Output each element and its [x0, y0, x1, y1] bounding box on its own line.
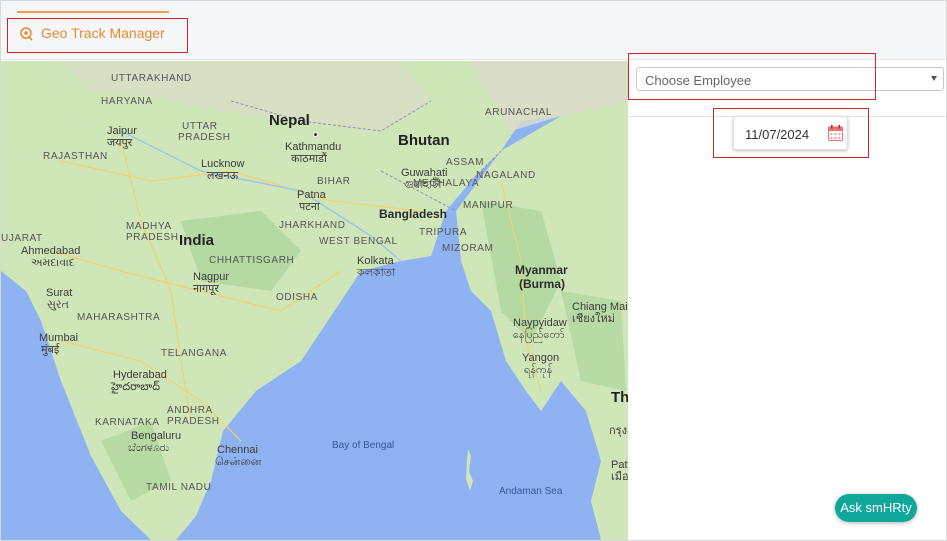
- map-label-burma: (Burma): [519, 277, 566, 291]
- map-label-chennai: Chennai: [217, 444, 258, 456]
- map-label-uttar-2: PRADESH: [178, 132, 231, 143]
- map-label-pattaya-local: เมือ: [611, 471, 628, 483]
- map-label-bangkok: กรุงเทพ: [609, 425, 628, 437]
- map-label-pattaya: Patt: [611, 459, 628, 471]
- map-label-surat: Surat: [46, 287, 73, 299]
- map-label-lucknow: Lucknow: [201, 158, 245, 170]
- map-label-nagaland: NAGALAND: [476, 170, 536, 181]
- map-label-mizoram: MIZORAM: [442, 243, 494, 254]
- ask-smhrty-button[interactable]: Ask smHRty: [835, 494, 917, 522]
- map-label-ahmedabad: Ahmedabad: [21, 245, 81, 257]
- map-label-arunachal: ARUNACHAL: [485, 107, 553, 118]
- map-view[interactable]: UTTARAKHAND HARYANA Nepal Bhutan ARUNACH…: [1, 61, 628, 540]
- map-label-surat-local: સુરત: [47, 299, 69, 311]
- map-label-maharashtra: MAHARASHTRA: [77, 312, 161, 323]
- map-label-patna: Patna: [297, 189, 326, 201]
- map-label-bengaluru-local: ಬೆಂಗಳೂರು: [128, 442, 170, 454]
- map-label-kathmandu-local: काठमाडौं: [291, 153, 327, 165]
- map-label-nagpur-local: नागपूर: [193, 283, 219, 295]
- island-andaman: [466, 449, 473, 491]
- map-label-mumbai-local: मुंबई: [41, 344, 60, 356]
- map-label-thailand: Tha: [611, 389, 628, 406]
- map-marker-kathmandu: [313, 132, 318, 137]
- map-label-bengaluru: Bengaluru: [131, 430, 182, 442]
- map-label-bihar: BIHAR: [317, 176, 351, 187]
- map-label-naypyidaw-local: နေပြည်တော်: [513, 329, 565, 341]
- map-label-yangon-local: ရန်ကုန်: [524, 364, 553, 376]
- map-label-chiang-mai: Chiang Mai: [572, 301, 628, 313]
- employee-select[interactable]: Choose Employee: [636, 67, 944, 91]
- map-label-andhra-2: PRADESH: [167, 416, 220, 427]
- map-label-bhutan: Bhutan: [398, 132, 450, 149]
- map-label-hyderabad: Hyderabad: [113, 369, 167, 381]
- date-value: 11/07/2024: [745, 127, 810, 142]
- map-label-rajasthan: RAJASTHAN: [43, 151, 108, 162]
- geo-track-icon: [20, 27, 33, 41]
- map-label-gujarat: UJARAT: [1, 233, 43, 244]
- map-label-madhya-2: PRADESH: [126, 232, 179, 243]
- tab-label: Geo Track Manager: [41, 25, 165, 41]
- map-label-yangon: Yangon: [522, 352, 560, 364]
- map-label-lucknow-local: लखनऊ: [207, 170, 239, 182]
- map-label-jaipur: Jaipur: [107, 125, 137, 137]
- map-label-assam: ASSAM: [446, 157, 485, 168]
- map-label-andaman-sea: Andaman Sea: [499, 486, 563, 497]
- map-label-nepal: Nepal: [269, 112, 310, 129]
- map-label-bangladesh: Bangladesh: [379, 207, 448, 221]
- map-label-mumbai: Mumbai: [39, 332, 79, 344]
- map-label-chennai-local: சென்னை: [215, 456, 262, 468]
- map-label-uttarakhand: UTTARAKHAND: [111, 73, 192, 84]
- map-label-karnataka: KARNATAKA: [95, 417, 160, 428]
- tab-geo-track-manager[interactable]: Geo Track Manager: [17, 11, 169, 59]
- map-label-west-bengal: WEST BENGAL: [319, 236, 398, 247]
- map-label-tripura: TRIPURA: [419, 227, 468, 238]
- map-label-jharkhand: JHARKHAND: [279, 220, 346, 231]
- employee-select-placeholder: Choose Employee: [645, 73, 752, 88]
- chevron-down-icon: [931, 76, 937, 81]
- map-label-bay-of-bengal: Bay of Bengal: [332, 440, 395, 451]
- map-label-patna-local: पटना: [299, 201, 320, 213]
- date-picker[interactable]: 11/07/2024: [733, 116, 848, 150]
- map-label-hyderabad-local: హైదరాబాద్: [111, 381, 160, 393]
- map-label-meghalaya: MEGHALAYA: [413, 178, 480, 189]
- map-label-kathmandu: Kathmandu: [285, 141, 342, 153]
- map-label-manipur: MANIPUR: [463, 200, 514, 211]
- map-label-haryana: HARYANA: [101, 96, 153, 107]
- map-label-chhattisgarh: CHHATTISGARH: [209, 255, 295, 266]
- map-label-nagpur: Nagpur: [193, 271, 230, 283]
- map-label-india: India: [179, 232, 215, 249]
- map-label-telangana: TELANGANA: [161, 348, 227, 359]
- filter-panel: Choose Employee 11/07/2024: [628, 61, 946, 540]
- map-label-kolkata: Kolkata: [357, 255, 394, 267]
- map-label-odisha: ODISHA: [276, 292, 318, 303]
- map-label-tamil-nadu: TAMIL NADU: [146, 482, 212, 493]
- map-label-ahmedabad-local: અમદાવાદ: [31, 257, 75, 269]
- calendar-icon[interactable]: [828, 125, 843, 141]
- map-label-chiang-mai-local: เชียงใหม่: [572, 313, 615, 325]
- map-label-jaipur-local: जयपुर: [107, 137, 133, 149]
- map-label-kolkata-local: কলকাতা: [357, 267, 396, 279]
- map-label-naypyidaw: Naypyidaw: [513, 317, 567, 329]
- tab-bar: Geo Track Manager: [1, 1, 946, 60]
- map-label-myanmar: Myanmar: [515, 263, 568, 277]
